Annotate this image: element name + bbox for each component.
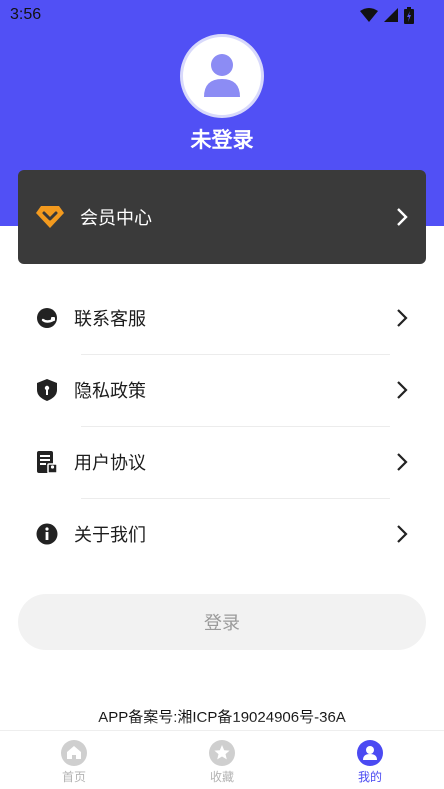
menu-item-user-agreement[interactable]: 用户协议 bbox=[18, 426, 426, 498]
customer-service-icon bbox=[36, 307, 58, 329]
nav-item-mine[interactable]: 我的 bbox=[296, 731, 444, 789]
default-avatar-icon bbox=[204, 54, 240, 97]
star-icon bbox=[209, 740, 235, 766]
status-icons bbox=[360, 6, 414, 24]
home-icon bbox=[61, 740, 87, 766]
menu-item-about-us[interactable]: 关于我们 bbox=[18, 498, 426, 570]
username[interactable]: 未登录 bbox=[0, 124, 444, 154]
chevron-right-icon bbox=[397, 381, 408, 399]
nav-label: 我的 bbox=[357, 770, 382, 784]
menu-item-label: 隐私政策 bbox=[74, 381, 146, 402]
nav-item-home[interactable]: 首页 bbox=[0, 731, 148, 789]
status-bar: 3:56 bbox=[0, 0, 444, 32]
menu-item-label: 用户协议 bbox=[74, 453, 146, 474]
info-icon bbox=[36, 523, 58, 545]
settings-menu: 联系客服 隐私政策 用户协议 关于我们 bbox=[18, 282, 426, 570]
menu-item-label: 联系客服 bbox=[74, 309, 146, 330]
chevron-right-icon bbox=[397, 208, 408, 226]
wifi-icon bbox=[360, 8, 378, 22]
signal-icon bbox=[384, 8, 398, 22]
battery-icon bbox=[404, 6, 414, 24]
agreement-document-icon bbox=[36, 451, 58, 473]
vip-center-card[interactable]: 会员中心 bbox=[18, 170, 426, 264]
icp-record-text[interactable]: APP备案号:湘ICP备19024906号-36A bbox=[0, 706, 444, 727]
status-time: 3:56 bbox=[10, 6, 42, 23]
chevron-right-icon bbox=[397, 309, 408, 327]
user-icon bbox=[357, 740, 383, 766]
shield-icon bbox=[36, 379, 58, 401]
nav-item-favorites[interactable]: 收藏 bbox=[148, 731, 296, 789]
menu-item-contact-service[interactable]: 联系客服 bbox=[18, 282, 426, 354]
login-button[interactable]: 登录 bbox=[18, 594, 426, 650]
chevron-right-icon bbox=[397, 525, 408, 543]
menu-item-privacy-policy[interactable]: 隐私政策 bbox=[18, 354, 426, 426]
vip-center-label: 会员中心 bbox=[80, 208, 152, 229]
bottom-navigation: 首页 收藏 我的 bbox=[0, 730, 444, 789]
menu-item-label: 关于我们 bbox=[74, 525, 146, 546]
nav-label: 首页 bbox=[61, 770, 86, 784]
vip-diamond-icon bbox=[36, 206, 64, 228]
nav-label: 收藏 bbox=[209, 770, 234, 784]
chevron-right-icon bbox=[397, 453, 408, 471]
avatar[interactable] bbox=[180, 34, 264, 118]
